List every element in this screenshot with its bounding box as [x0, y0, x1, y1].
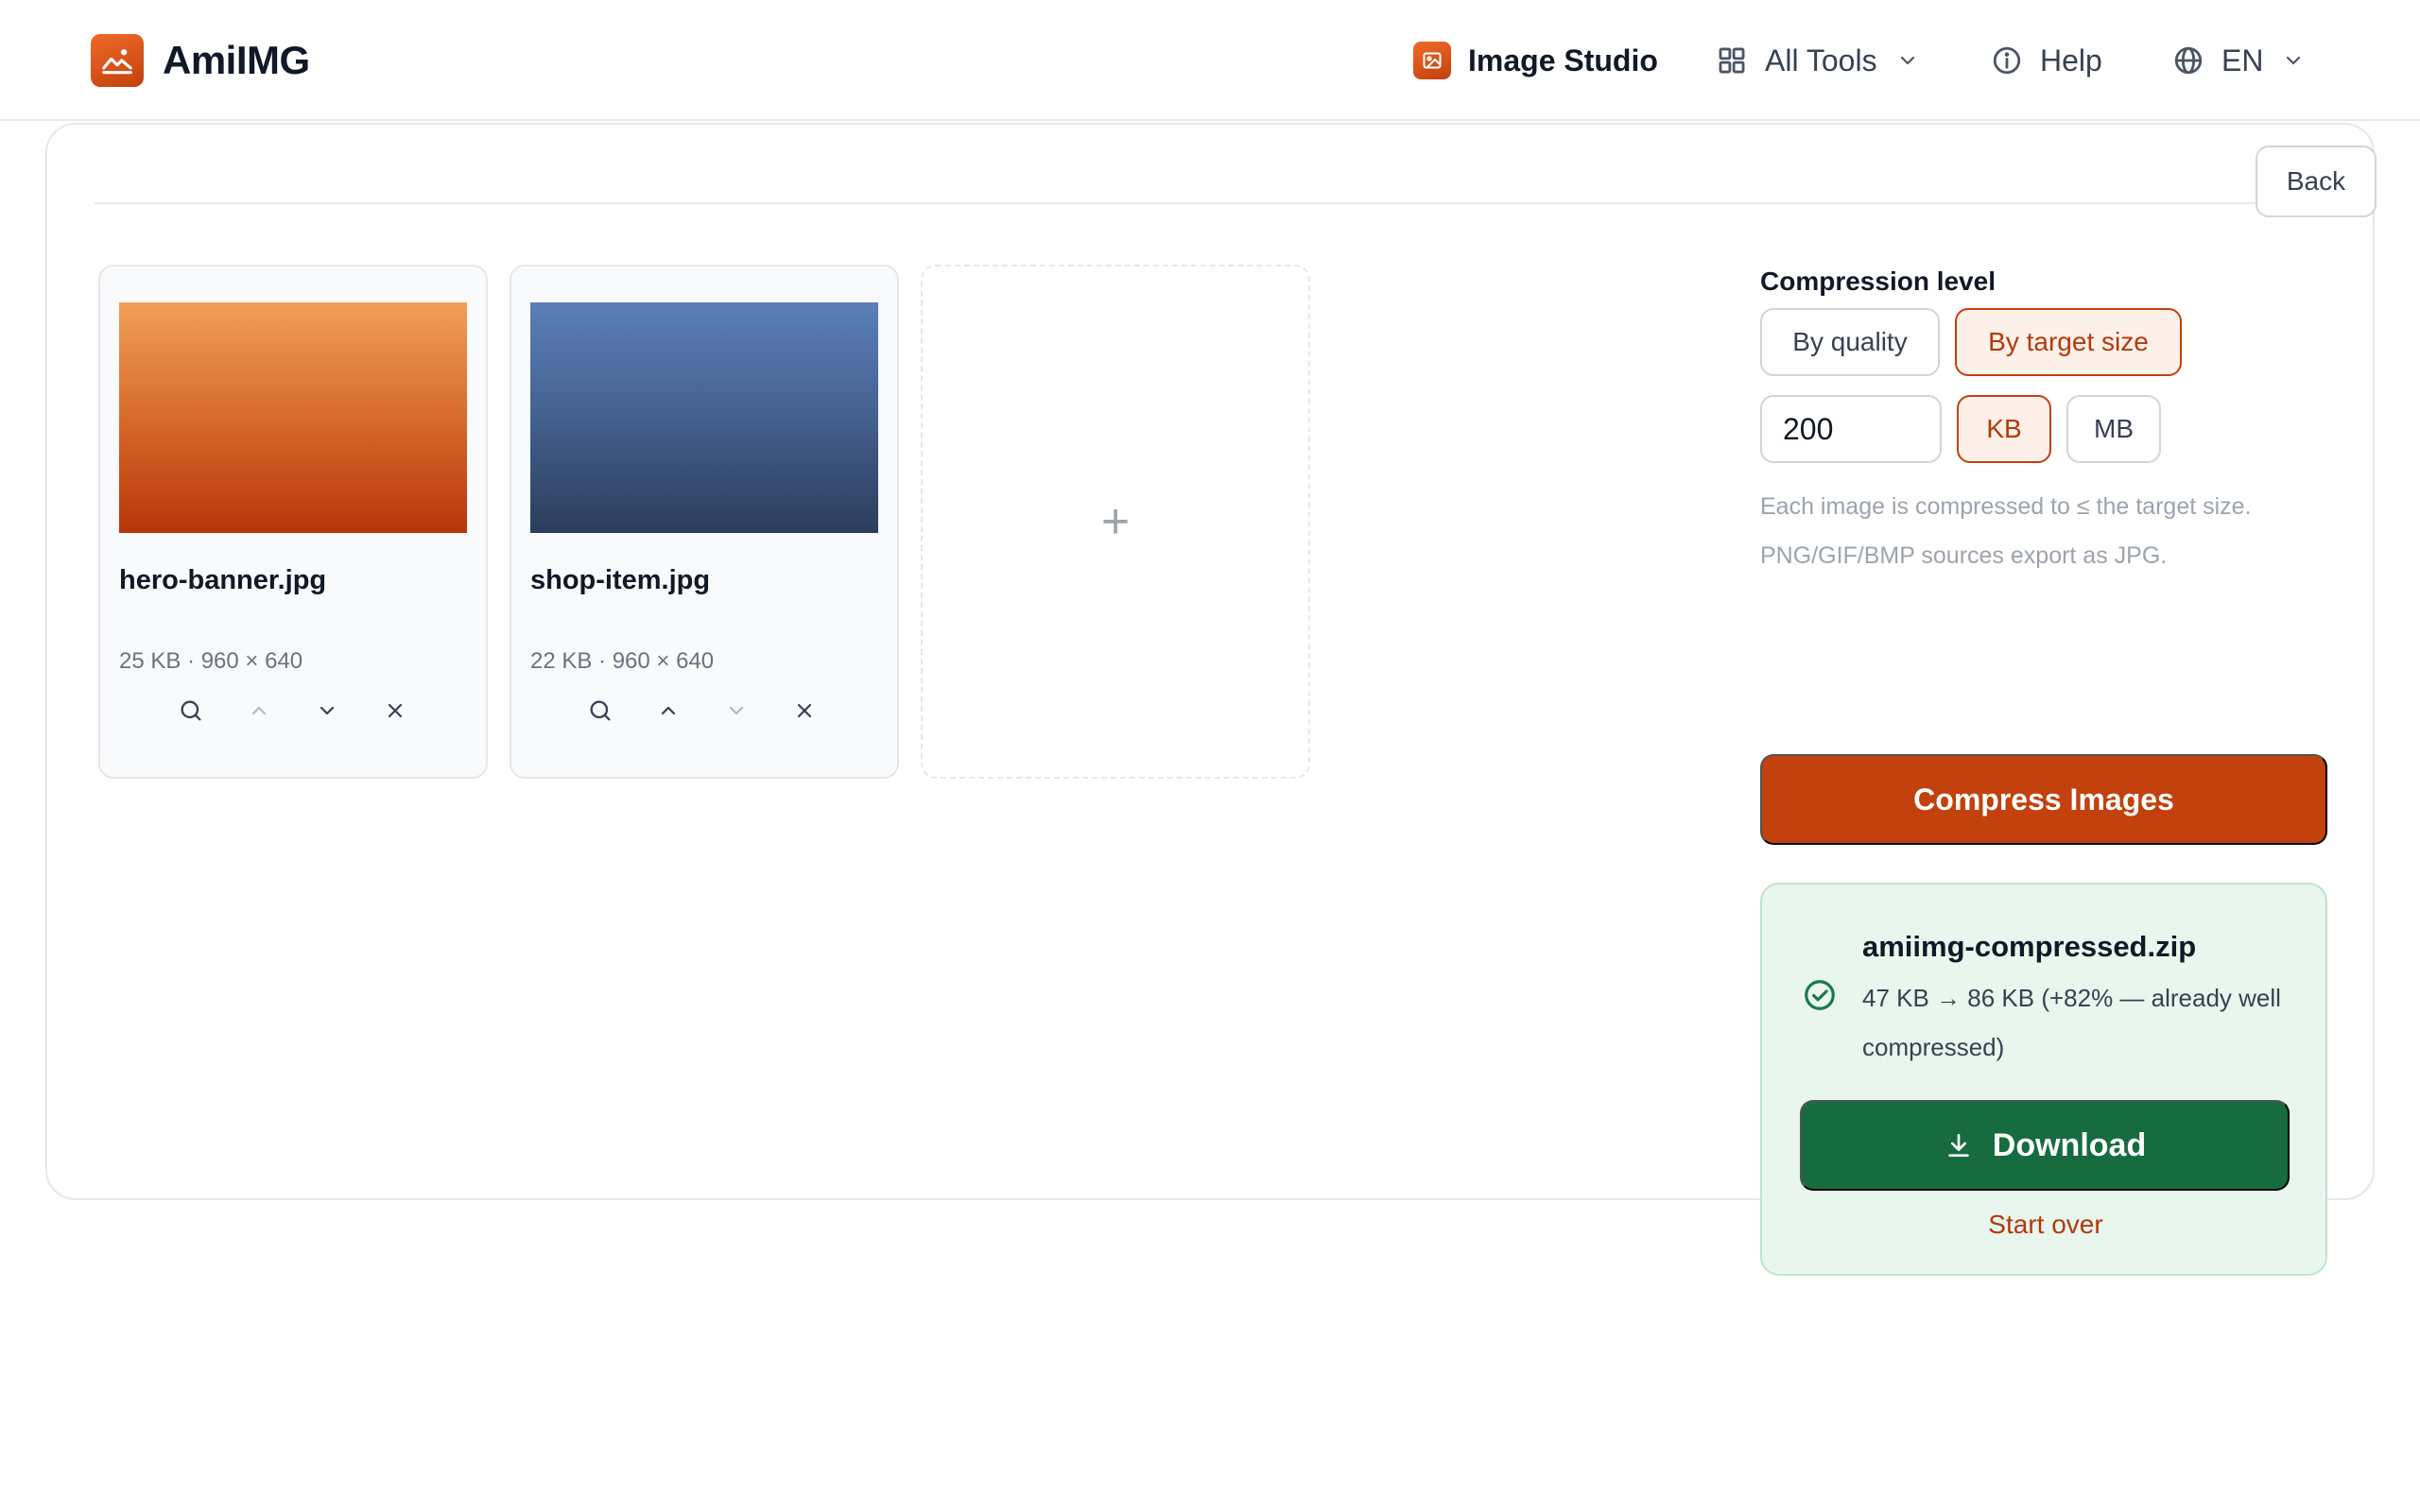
nav-help-label: Help [2040, 43, 2102, 77]
nav-image-studio[interactable]: Image Studio [1413, 38, 1658, 83]
nav-all-tools-label: All Tools [1765, 43, 1877, 77]
compress-images-button[interactable]: Compress Images [1760, 754, 2327, 845]
close-icon [797, 703, 812, 718]
by-target-size-button[interactable]: By target size [1955, 308, 2182, 376]
nav-all-tools[interactable]: All Tools [1716, 38, 1919, 83]
remove-image-button[interactable] [376, 692, 414, 730]
image-logo-icon [91, 34, 144, 87]
chevron-down-icon [1900, 56, 1914, 65]
search-icon [181, 700, 201, 721]
size-change-stats: 47 KB → 86 KB (+82% — already well compr… [1862, 984, 2281, 1061]
image-thumbnail[interactable] [530, 302, 878, 533]
compression-hint: Each image is compressed to ≤ the target… [1760, 493, 2252, 569]
image-thumbnail[interactable] [119, 302, 467, 533]
image-file-meta: 25 KB · 960 × 640 [119, 648, 303, 674]
image-tile: shop-item.jpg 22 KB · 960 × 640 [510, 265, 899, 779]
nav-help[interactable]: Help [1991, 38, 2102, 83]
info-icon [1993, 46, 2021, 75]
by-quality-button[interactable]: By quality [1760, 308, 1940, 376]
image-file-name: shop-item.jpg [530, 565, 711, 595]
check-circle-icon [1805, 980, 1835, 1010]
brand-logo[interactable]: AmiIMG [91, 34, 310, 87]
chevron-down-icon [729, 706, 744, 715]
globe-icon [2174, 46, 2203, 75]
move-up-button[interactable] [240, 692, 278, 730]
download-icon [1948, 1134, 1969, 1157]
image-actions [581, 692, 854, 730]
image-file-meta: 22 KB · 960 × 640 [530, 648, 715, 674]
unit-mb-button[interactable]: MB [2066, 395, 2161, 463]
card-divider [95, 202, 2344, 204]
language-label: EN [2221, 43, 2264, 77]
image-actions [172, 692, 444, 730]
language-selector[interactable]: EN [2172, 38, 2305, 83]
top-navbar: AmiIMG Image Studio All Tools Help EN [0, 0, 2420, 121]
brand-name: AmiIMG [163, 38, 310, 82]
preview-button[interactable] [581, 692, 619, 730]
chevron-down-icon [320, 706, 335, 715]
target-size-input[interactable]: 200 [1760, 395, 1942, 463]
remove-image-button[interactable] [786, 692, 823, 730]
zip-file-name: amiimg-compressed.zip [1862, 930, 2197, 963]
move-down-button[interactable] [717, 692, 755, 730]
search-icon [590, 700, 611, 721]
plus-icon: + [1100, 494, 1131, 549]
unit-kb-button[interactable]: KB [1957, 395, 2051, 463]
compression-level-label: Compression level [1760, 266, 1996, 296]
download-label: Download [1992, 1126, 2147, 1163]
chevron-up-icon [661, 706, 676, 715]
move-down-button[interactable] [308, 692, 346, 730]
compress-card: Back hero-banner.jpg 25 KB · 960 × 640 s… [45, 123, 2377, 1276]
add-image-tile[interactable]: + [921, 265, 1310, 779]
chevron-down-icon [2287, 56, 2301, 65]
start-over-link[interactable]: Start over [1762, 1210, 2329, 1240]
move-up-button[interactable] [649, 692, 687, 730]
grid-icon [1719, 47, 1745, 74]
result-box: amiimg-compressed.zip 47 KB → 86 KB (+82… [1760, 883, 2327, 1276]
close-icon [388, 703, 403, 718]
preview-button[interactable] [172, 692, 210, 730]
image-studio-icon [1413, 42, 1451, 79]
nav-image-studio-label: Image Studio [1468, 43, 1658, 77]
chevron-up-icon [251, 706, 267, 715]
image-tile: hero-banner.jpg 25 KB · 960 × 640 [98, 265, 488, 779]
image-file-name: hero-banner.jpg [119, 565, 327, 595]
back-button[interactable]: Back [2256, 146, 2377, 217]
download-button[interactable]: Download [1800, 1100, 2290, 1191]
